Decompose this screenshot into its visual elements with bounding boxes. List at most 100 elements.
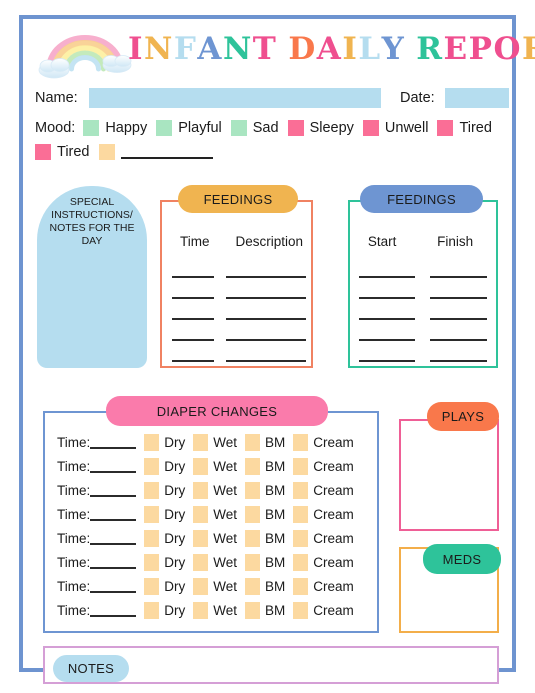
diaper-checkbox[interactable] [245,433,261,451]
table-row[interactable]: Time: Dry Wet BM Cream [57,574,369,598]
diaper-checkbox[interactable] [144,601,160,619]
mood-checkbox[interactable] [98,144,115,160]
feeding-line-col2[interactable] [226,329,306,341]
mood-option[interactable]: Sleepy [287,120,354,136]
diaper-checkbox[interactable] [144,433,160,451]
diaper-checkbox[interactable] [144,481,160,499]
mood-checkbox[interactable] [230,120,247,136]
diaper-checkbox[interactable] [193,529,209,547]
feeding-line-col1[interactable] [359,350,415,362]
diaper-checkbox[interactable] [245,601,261,619]
diaper-checkbox[interactable] [193,457,209,475]
diaper-checkbox[interactable] [293,481,309,499]
diaper-checkbox[interactable] [193,481,209,499]
mood-checkbox[interactable] [287,120,304,136]
feeding-row[interactable] [162,257,311,278]
diaper-checkbox[interactable] [144,529,160,547]
feeding-line-col1[interactable] [359,266,415,278]
mood-option[interactable] [98,144,213,160]
feeding-line-col2[interactable] [226,350,306,362]
feeding-line-col2[interactable] [226,266,306,278]
feeding-row[interactable] [350,278,496,299]
diaper-checkbox[interactable] [245,457,261,475]
diaper-checkbox[interactable] [144,577,160,595]
mood-checkbox[interactable] [83,120,100,136]
diaper-checkbox[interactable] [245,505,261,523]
feeding-line-col1[interactable] [359,329,415,341]
diaper-checkbox[interactable] [293,529,309,547]
special-instructions-box[interactable]: SPECIAL INSTRUCTIONS/ NOTES FOR THE DAY [37,186,147,368]
diaper-time-input[interactable] [90,508,137,521]
feeding-row[interactable] [350,299,496,320]
feeding-row[interactable] [350,320,496,341]
feeding-row[interactable] [162,320,311,341]
mood-checkbox[interactable] [362,120,379,136]
table-row[interactable]: Time: Dry Wet BM Cream [57,478,369,502]
diaper-checkbox[interactable] [245,577,261,595]
feeding-line-col1[interactable] [172,287,214,299]
feeding-line-col1[interactable] [172,350,214,362]
diaper-checkbox[interactable] [144,457,160,475]
feeding-row[interactable] [350,341,496,362]
diaper-changes-panel[interactable]: Time: Dry Wet BM Cream Time: Dry Wet BM Cream Time… [43,411,379,633]
mood-option[interactable]: Tired [35,144,90,160]
feedings-left-panel[interactable]: Time Description [160,200,313,368]
feeding-line-col2[interactable] [430,287,487,299]
diaper-checkbox[interactable] [245,553,261,571]
feeding-line-col1[interactable] [172,329,214,341]
feeding-line-col1[interactable] [359,308,415,320]
feeding-row[interactable] [162,341,311,362]
diaper-checkbox[interactable] [193,433,209,451]
mood-checkbox[interactable] [437,120,454,136]
feeding-line-col1[interactable] [172,266,214,278]
diaper-checkbox[interactable] [193,577,209,595]
feeding-line-col2[interactable] [430,350,487,362]
diaper-checkbox[interactable] [293,553,309,571]
table-row[interactable]: Time: Dry Wet BM Cream [57,598,369,622]
diaper-checkbox[interactable] [293,601,309,619]
feeding-line-col2[interactable] [226,287,306,299]
feeding-line-col1[interactable] [359,287,415,299]
mood-option[interactable]: Happy [83,120,147,136]
feeding-line-col2[interactable] [430,308,487,320]
mood-option[interactable]: Playful [156,120,222,136]
diaper-checkbox[interactable] [245,481,261,499]
mood-checkbox[interactable] [35,144,51,160]
diaper-checkbox[interactable] [293,433,309,451]
diaper-checkbox[interactable] [193,505,209,523]
diaper-checkbox[interactable] [193,553,209,571]
feeding-row[interactable] [162,278,311,299]
feeding-row[interactable] [350,257,496,278]
table-row[interactable]: Time: Dry Wet BM Cream [57,526,369,550]
name-input[interactable] [89,88,381,108]
mood-option[interactable]: Tired [437,120,492,136]
diaper-checkbox[interactable] [245,529,261,547]
diaper-time-input[interactable] [90,580,137,593]
diaper-checkbox[interactable] [144,553,160,571]
feedings-right-panel[interactable]: Start Finish [348,200,498,368]
diaper-time-input[interactable] [90,460,137,473]
mood-blank-line[interactable] [120,146,213,159]
feeding-line-col1[interactable] [172,308,214,320]
feeding-row[interactable] [162,299,311,320]
diaper-checkbox[interactable] [293,457,309,475]
plays-panel[interactable] [399,419,499,531]
diaper-time-input[interactable] [90,556,137,569]
table-row[interactable]: Time: Dry Wet BM Cream [57,454,369,478]
mood-option[interactable]: Sad [230,120,279,136]
table-row[interactable]: Time: Dry Wet BM Cream [57,430,369,454]
diaper-time-input[interactable] [90,532,137,545]
diaper-checkbox[interactable] [193,601,209,619]
mood-checkbox[interactable] [156,120,173,136]
date-input[interactable] [445,88,509,108]
feeding-line-col2[interactable] [430,266,487,278]
diaper-checkbox[interactable] [293,577,309,595]
mood-option[interactable]: Unwell [362,120,428,136]
diaper-time-input[interactable] [90,436,137,449]
table-row[interactable]: Time: Dry Wet BM Cream [57,502,369,526]
diaper-checkbox[interactable] [144,505,160,523]
table-row[interactable]: Time: Dry Wet BM Cream [57,550,369,574]
diaper-time-input[interactable] [90,604,137,617]
diaper-checkbox[interactable] [293,505,309,523]
diaper-time-input[interactable] [90,484,137,497]
